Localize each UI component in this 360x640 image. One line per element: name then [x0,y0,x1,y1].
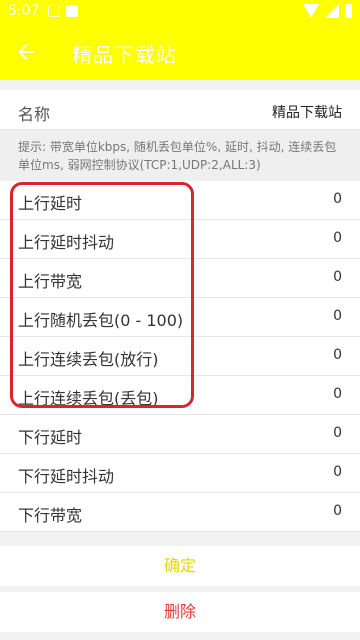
list-item-uplink-jitter[interactable]: 上行延时抖动 0 [0,220,360,259]
item-value[interactable]: 0 [333,347,342,363]
item-label: 上行延时抖动 [18,233,115,252]
list-item-downlink-delay[interactable]: 下行延时 0 [0,415,360,454]
item-value[interactable]: 0 [333,503,342,519]
hint-text: 提示: 带宽单位kbps, 随机丢包单位%, 延时, 抖动, 连续丢包单位ms,… [0,130,360,181]
item-value[interactable]: 0 [333,386,342,402]
item-value[interactable]: 0 [333,230,342,246]
item-label: 上行随机丢包(0 - 100) [18,311,184,330]
item-label: 上行连续丢包(放行) [18,350,159,369]
item-value[interactable]: 0 [333,464,342,480]
list-item-downlink-jitter[interactable]: 下行延时抖动 0 [0,454,360,493]
item-value[interactable]: 0 [333,269,342,285]
confirm-button[interactable]: 确定 [0,546,360,586]
signal-icon [325,4,339,18]
list-item-uplink-bandwidth[interactable]: 上行带宽 0 [0,259,360,298]
item-value[interactable]: 0 [333,425,342,441]
item-value[interactable]: 0 [333,191,342,207]
item-label: 上行延时 [18,194,83,213]
list-item-uplink-burst-drop[interactable]: 上行连续丢包(丢包) 0 [0,376,360,415]
list-item-uplink-delay[interactable]: 上行延时 0 [0,181,360,220]
back-arrow-icon[interactable] [14,40,38,64]
item-label: 下行延时 [18,428,83,447]
notification-icon [48,5,60,17]
app-notification-icon [66,5,78,17]
delete-button[interactable]: 删除 [0,592,360,632]
list-item-uplink-burst-pass[interactable]: 上行连续丢包(放行) 0 [0,337,360,376]
battery-icon [345,4,352,18]
wifi-icon [303,4,319,18]
item-value[interactable]: 0 [333,308,342,324]
app-bar: 精品下载站 [0,24,360,80]
item-label: 上行连续丢包(丢包) [18,389,159,408]
status-bar: 5:07 [0,0,360,24]
name-label: 名称 [18,105,51,124]
status-time: 5:07 [8,3,40,19]
name-row[interactable]: 名称 精品下载站 [0,90,360,130]
item-label: 下行带宽 [18,506,83,525]
page-title: 精品下载站 [72,43,177,67]
settings-list: 上行延时 0 上行延时抖动 0 上行带宽 0 上行随机丢包(0 - 100) 0… [0,181,360,532]
name-value[interactable]: 精品下载站 [272,102,342,122]
item-label: 下行延时抖动 [18,467,115,486]
list-item-downlink-bandwidth[interactable]: 下行带宽 0 [0,493,360,532]
list-item-uplink-random-loss[interactable]: 上行随机丢包(0 - 100) 0 [0,298,360,337]
item-label: 上行带宽 [18,272,83,291]
